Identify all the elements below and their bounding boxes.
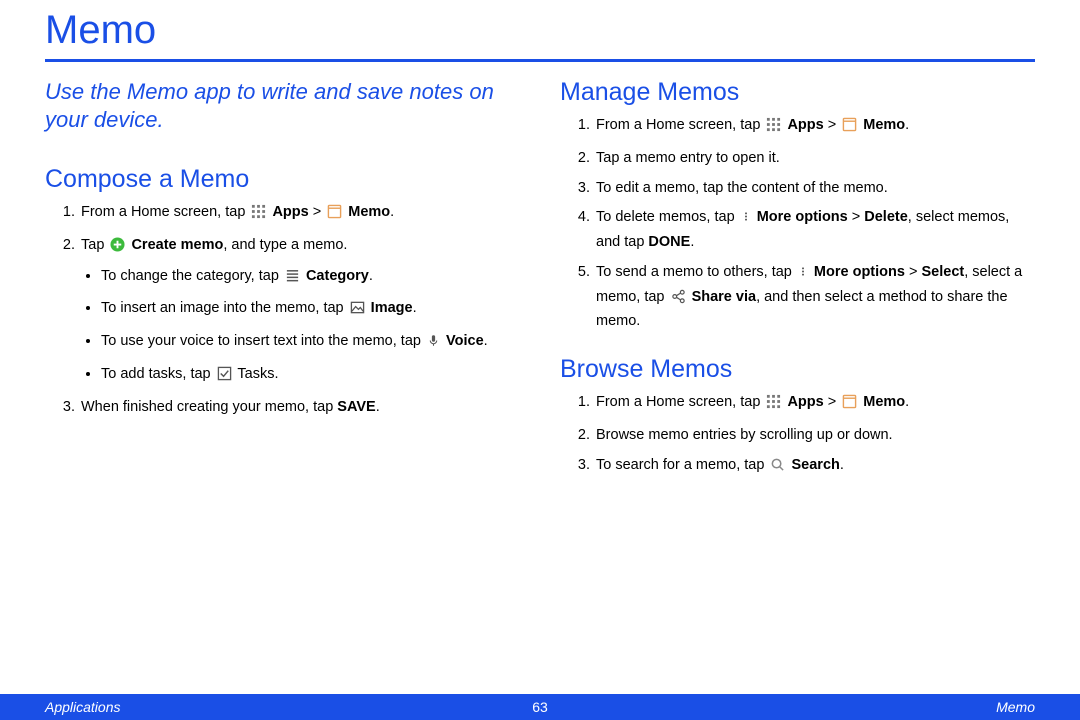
- microphone-icon: [427, 333, 440, 356]
- footer-page-number: 63: [532, 699, 548, 715]
- manage-step-5: To send a memo to others, tap More optio…: [594, 262, 1035, 333]
- left-column: Use the Memo app to write and save notes…: [45, 76, 520, 487]
- browse-steps: From a Home screen, tap Apps > Memo. Bro…: [560, 392, 1035, 479]
- share-via-label: Share via: [692, 289, 757, 305]
- manage-steps: From a Home screen, tap Apps > Memo. Tap…: [560, 115, 1035, 333]
- manage-step-4: To delete memos, tap More options > Dele…: [594, 207, 1035, 254]
- text: From a Home screen, tap: [596, 394, 764, 410]
- title-rule: [45, 59, 1035, 62]
- list-icon: [285, 268, 300, 291]
- text: .: [905, 117, 909, 133]
- compose-steps: From a Home screen, tap Apps > Memo. Tap…: [45, 202, 520, 418]
- search-icon: [770, 457, 785, 480]
- bullet-tasks: To add tasks, tap Tasks.: [101, 364, 520, 389]
- compose-heading: Compose a Memo: [45, 165, 520, 194]
- checkbox-icon: [217, 366, 232, 389]
- text: .: [484, 333, 488, 349]
- compose-step-2: Tap Create memo, and type a memo. To cha…: [79, 235, 520, 389]
- done-label: DONE: [648, 234, 690, 250]
- text: .: [840, 457, 844, 473]
- text: To search for a memo, tap: [596, 457, 768, 473]
- text: .: [369, 268, 373, 284]
- text: To add tasks, tap: [101, 366, 215, 382]
- text: To insert an image into the memo, tap: [101, 300, 348, 316]
- browse-heading: Browse Memos: [560, 355, 1035, 384]
- bullet-voice: To use your voice to insert text into th…: [101, 331, 520, 356]
- apps-label: Apps: [787, 394, 823, 410]
- bullet-image: To insert an image into the memo, tap Im…: [101, 298, 520, 323]
- browse-step-1: From a Home screen, tap Apps > Memo.: [594, 392, 1035, 417]
- text: Tap: [81, 237, 108, 253]
- compose-step-1: From a Home screen, tap Apps > Memo.: [79, 202, 520, 227]
- text: >: [309, 204, 326, 220]
- text: To delete memos, tap: [596, 209, 739, 225]
- more-options-label: More options: [814, 264, 905, 280]
- manage-heading: Manage Memos: [560, 78, 1035, 107]
- select-label: Select: [921, 264, 964, 280]
- browse-step-2: Browse memo entries by scrolling up or d…: [594, 425, 1035, 447]
- memo-icon: [842, 394, 857, 417]
- text: .: [390, 204, 394, 220]
- text: .: [376, 399, 380, 415]
- text: , and type a memo.: [223, 237, 347, 253]
- image-label: Image: [371, 300, 413, 316]
- memo-icon: [842, 117, 857, 140]
- text: >: [824, 394, 841, 410]
- image-icon: [350, 300, 365, 323]
- share-icon: [671, 289, 686, 312]
- apps-label: Apps: [787, 117, 823, 133]
- footer-left: Applications: [45, 699, 121, 715]
- search-label: Search: [792, 457, 840, 473]
- manage-step-1: From a Home screen, tap Apps > Memo.: [594, 115, 1035, 140]
- memo-icon: [327, 204, 342, 227]
- footer: Applications 63 Memo: [0, 694, 1080, 720]
- text: From a Home screen, tap: [81, 204, 249, 220]
- text: To use your voice to insert text into th…: [101, 333, 425, 349]
- voice-label: Voice: [446, 333, 484, 349]
- apps-grid-icon: [251, 204, 266, 227]
- text: From a Home screen, tap: [596, 117, 764, 133]
- tasks-label: Tasks.: [234, 366, 279, 382]
- manage-step-2: Tap a memo entry to open it.: [594, 148, 1035, 170]
- manage-step-3: To edit a memo, tap the content of the m…: [594, 178, 1035, 200]
- text: .: [413, 300, 417, 316]
- more-vertical-icon: [741, 209, 751, 232]
- bullet-category: To change the category, tap Category.: [101, 266, 520, 291]
- right-column: Manage Memos From a Home screen, tap App…: [560, 76, 1035, 487]
- plus-circle-icon: [110, 237, 125, 260]
- save-label: SAVE: [337, 399, 375, 415]
- text: To send a memo to others, tap: [596, 264, 796, 280]
- two-column-layout: Use the Memo app to write and save notes…: [45, 76, 1035, 487]
- text: To change the category, tap: [101, 268, 283, 284]
- page-title: Memo: [45, 0, 1035, 59]
- memo-label: Memo: [863, 117, 905, 133]
- more-options-label: More options: [757, 209, 848, 225]
- memo-label: Memo: [863, 394, 905, 410]
- apps-label: Apps: [272, 204, 308, 220]
- create-memo-label: Create memo: [131, 237, 223, 253]
- browse-step-3: To search for a memo, tap Search.: [594, 455, 1035, 480]
- text: .: [690, 234, 694, 250]
- apps-grid-icon: [766, 394, 781, 417]
- text: >: [824, 117, 841, 133]
- delete-label: Delete: [864, 209, 908, 225]
- more-vertical-icon: [798, 264, 808, 287]
- text: When finished creating your memo, tap: [81, 399, 337, 415]
- compose-step-3: When finished creating your memo, tap SA…: [79, 397, 520, 419]
- footer-right: Memo: [996, 699, 1035, 715]
- compose-bullets: To change the category, tap Category. To…: [81, 266, 520, 389]
- category-label: Category: [306, 268, 369, 284]
- text: >: [905, 264, 922, 280]
- text: .: [905, 394, 909, 410]
- intro-text: Use the Memo app to write and save notes…: [45, 76, 520, 163]
- text: >: [848, 209, 865, 225]
- memo-label: Memo: [348, 204, 390, 220]
- apps-grid-icon: [766, 117, 781, 140]
